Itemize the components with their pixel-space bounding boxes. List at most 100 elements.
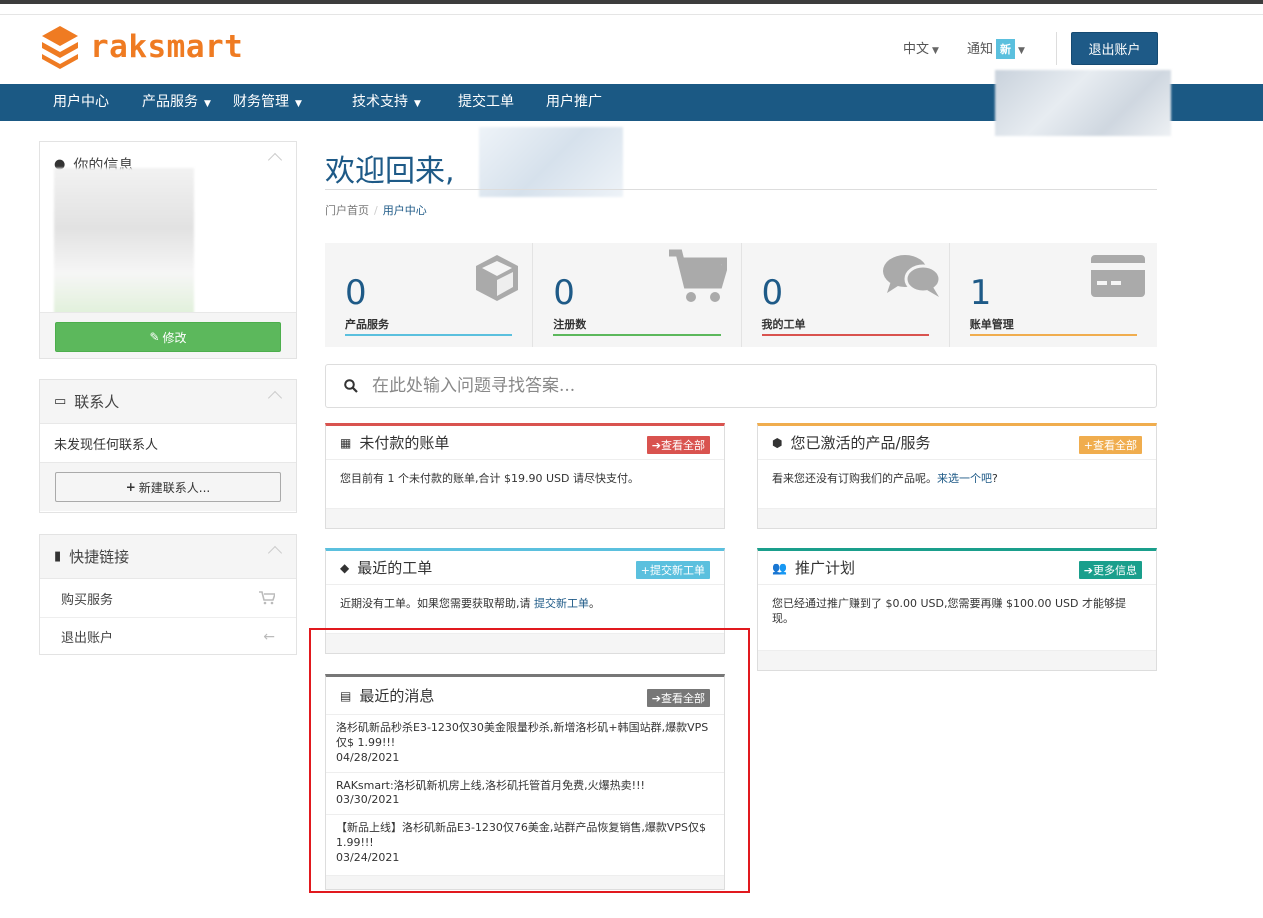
breadcrumb-current: 用户中心: [382, 204, 427, 217]
card-footer: [758, 508, 1156, 528]
shortcut-logout[interactable]: 退出账户 ←: [40, 617, 296, 655]
card-header: 👥 推广计划 ➔ 更多信息: [758, 551, 1156, 585]
card-text-suffix: 。: [589, 597, 600, 610]
card-text: 看来您还没有订购我们的产品呢。: [772, 472, 937, 485]
notifications-badge: 新: [996, 39, 1016, 59]
chevron-down-icon: ▼: [932, 46, 939, 56]
stat-label: 注册数: [553, 318, 587, 331]
search-icon: [344, 379, 358, 393]
new-contact-button[interactable]: + 新建联系人...: [55, 472, 281, 502]
card-footer: [326, 508, 724, 528]
notifications-label: 通知: [967, 42, 994, 57]
stat-bar: [553, 334, 721, 336]
view-all-invoices-button[interactable]: ➔ 查看全部: [646, 436, 710, 454]
brand-logo[interactable]: raksmart: [38, 24, 243, 70]
folder-icon: ▭: [54, 394, 67, 409]
browser-top-strip: [0, 0, 1263, 4]
stat-value: 1: [969, 273, 992, 313]
nav-label: 提交工单: [458, 94, 514, 110]
stat-label: 我的工单: [761, 318, 806, 331]
page-title: 欢迎回来,: [325, 154, 455, 189]
panel-header[interactable]: ▮ 快捷链接: [40, 535, 296, 579]
edit-info-button[interactable]: ✎ 修改: [55, 322, 281, 352]
arrow-left-icon: ←: [263, 628, 275, 645]
breadcrumb-home[interactable]: 门户首页: [325, 204, 369, 217]
kb-search-box[interactable]: [325, 364, 1157, 408]
nav-item-user-center[interactable]: 用户中心: [53, 84, 109, 121]
plus-icon: +: [125, 480, 136, 494]
order-product-link[interactable]: 来选一个吧: [937, 472, 992, 485]
stat-value: 0: [553, 273, 575, 313]
arrow-right-icon: ➔: [1083, 563, 1093, 577]
shortcut-label: 购买服务: [61, 592, 114, 608]
nav-item-support[interactable]: 技术支持 ▼: [352, 84, 421, 121]
stat-label: 账单管理: [969, 318, 1014, 331]
chevron-up-icon: [267, 152, 283, 168]
chevron-down-icon: ▼: [414, 99, 421, 109]
nav-item-submit-ticket[interactable]: 提交工单: [458, 84, 514, 121]
panel-title: 联系人: [74, 393, 120, 411]
stat-tile-tickets[interactable]: 0 我的工单: [742, 243, 950, 347]
view-all-products-button[interactable]: + 查看全部: [1078, 436, 1142, 454]
redacted-area: [995, 70, 1171, 136]
plus-icon: +: [640, 563, 650, 577]
credit-card-icon: [1091, 255, 1145, 297]
stat-value: 0: [761, 273, 784, 313]
affiliate-more-info-button[interactable]: ➔ 更多信息: [1078, 561, 1142, 579]
button-label: 更多信息: [1093, 564, 1137, 577]
submit-ticket-link[interactable]: 提交新工单: [534, 597, 589, 610]
nav-item-affiliate[interactable]: 用户推广: [546, 84, 602, 121]
card-header: ⬢ 您已激活的产品/服务 + 查看全部: [758, 426, 1156, 460]
logout-button[interactable]: 退出账户: [1071, 32, 1158, 65]
stats-tiles: 0 产品服务 0 注册数 0 我的工单 1 账单管理: [325, 243, 1157, 347]
language-label: 中文: [903, 42, 930, 57]
stat-bar: [969, 334, 1137, 336]
card-text: 近期没有工单。如果您需要获取帮助,请: [340, 597, 534, 610]
language-selector[interactable]: 中文 ▼: [903, 38, 939, 57]
redacted-user-info: [54, 168, 194, 318]
bookmark-icon: ▮: [54, 549, 62, 564]
card-body: 您目前有 1 个未付款的账单,合计 $19.90 USD 请尽快支付。: [340, 472, 639, 485]
nav-item-billing[interactable]: 财务管理 ▼: [233, 84, 302, 121]
card-body: 近期没有工单。如果您需要获取帮助,请 提交新工单。: [326, 585, 724, 624]
calculator-icon: ▦: [340, 435, 352, 450]
nav-label: 产品服务: [142, 94, 198, 110]
header-top-border: [0, 14, 1263, 15]
button-label: 提交新工单: [650, 564, 705, 577]
users-icon: 👥: [772, 560, 787, 575]
stat-tile-registrations[interactable]: 0 注册数: [533, 243, 742, 347]
chevron-down-icon: ▼: [1018, 46, 1025, 56]
panel-your-info: ● 你的信息 ✎ 修改: [39, 141, 297, 359]
card-header: ◆ 最近的工单 + 提交新工单: [326, 551, 724, 585]
annotation-highlight-box: [309, 628, 750, 893]
shortcut-buy-service[interactable]: 购买服务: [40, 579, 296, 617]
cube-icon: ⬢: [772, 435, 783, 450]
panel-header[interactable]: ▭ 联系人: [40, 380, 296, 424]
chevron-down-icon: ▼: [295, 99, 302, 109]
submit-ticket-button[interactable]: + 提交新工单: [635, 561, 710, 579]
cube-icon: [476, 255, 519, 301]
header-divider: [1056, 32, 1057, 65]
panel-title: 快捷链接: [69, 548, 130, 566]
panel-shortcuts: ▮ 快捷链接 购买服务 退出账户 ←: [39, 534, 297, 655]
stat-tile-billing[interactable]: 1 账单管理: [950, 243, 1157, 347]
nav-label: 用户推广: [546, 94, 602, 110]
new-contact-label: 新建联系人...: [138, 480, 211, 495]
card-title: 未付款的账单: [359, 434, 450, 452]
card-title: 最近的工单: [357, 559, 433, 577]
comments-icon: [882, 255, 941, 297]
stat-value: 0: [345, 273, 367, 313]
panel-footer: + 新建联系人...: [40, 462, 296, 511]
notifications-dropdown[interactable]: 通知新 ▼: [967, 38, 1025, 59]
kb-search-input[interactable]: [372, 376, 1072, 396]
nav-item-products[interactable]: 产品服务 ▼: [142, 84, 211, 121]
card-title: 推广计划: [794, 559, 855, 577]
chevron-down-icon: ▼: [204, 99, 211, 109]
button-label: 查看全部: [1093, 439, 1137, 452]
stat-bar: [761, 334, 929, 336]
cart-icon: [259, 591, 275, 605]
contacts-empty-text: 未发现任何联系人: [54, 438, 159, 453]
nav-label: 用户中心: [53, 94, 109, 110]
shortcut-label: 退出账户: [61, 631, 114, 646]
stat-tile-services[interactable]: 0 产品服务: [325, 243, 534, 347]
